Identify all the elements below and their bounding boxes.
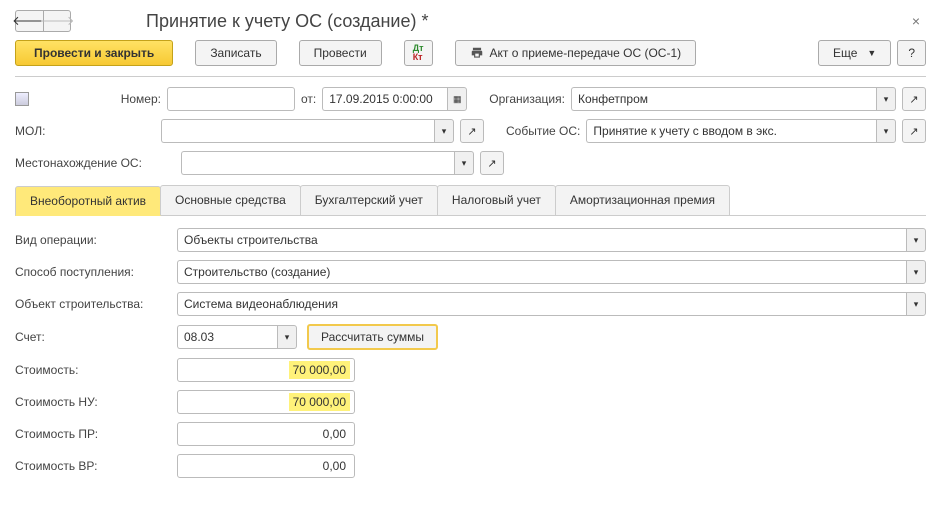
number-input[interactable] (167, 87, 295, 111)
object-value: Система видеонаблюдения (177, 292, 906, 316)
tab-accounting[interactable]: Бухгалтерский учет (300, 185, 438, 215)
receipt-input[interactable]: Строительство (создание) ▾ (177, 260, 926, 284)
doc-icon (15, 92, 29, 106)
chevron-down-icon[interactable]: ▾ (454, 151, 474, 175)
op-type-label: Вид операции: (15, 233, 177, 247)
mol-value (161, 119, 434, 143)
dtkt-icon: ДтКт (413, 44, 424, 62)
write-button[interactable]: Записать (195, 40, 276, 66)
event-value: Принятие к учету с вводом в экс. (586, 119, 876, 143)
calendar-icon[interactable]: ▦ (447, 87, 467, 111)
op-type-value: Объекты строительства (177, 228, 906, 252)
number-label: Номер: (111, 92, 161, 106)
chevron-down-icon[interactable]: ▾ (434, 119, 454, 143)
tab-noncurrent-asset[interactable]: Внеоборотный актив (15, 186, 161, 216)
cost-nu-input[interactable]: 70 000,00 (177, 390, 355, 414)
location-label: Местонахождение ОС: (15, 156, 175, 170)
cost-value: 70 000,00 (289, 361, 350, 379)
more-label: Еще (833, 46, 857, 60)
account-input[interactable]: 08.03 ▾ (177, 325, 297, 349)
location-open-button[interactable]: ↗ (480, 151, 504, 175)
account-label: Счет: (15, 330, 177, 344)
cost-vr-value: 0,00 (323, 459, 346, 473)
org-label: Организация: (489, 92, 565, 106)
chevron-down-icon[interactable]: ▾ (277, 325, 297, 349)
nav-forward-button[interactable]: 🡒 (43, 10, 71, 32)
mol-input[interactable]: ▾ (161, 119, 454, 143)
tab-depreciation-bonus[interactable]: Амортизационная премия (555, 185, 730, 215)
date-input[interactable]: 17.09.2015 0:00:00 ▦ (322, 87, 467, 111)
date-label: от: (301, 92, 316, 106)
calc-sums-button[interactable]: Рассчитать суммы (307, 324, 438, 350)
cost-vr-label: Стоимость ВР: (15, 459, 177, 473)
chevron-down-icon[interactable]: ▾ (906, 292, 926, 316)
mol-label: МОЛ: (15, 124, 155, 138)
close-button[interactable]: × (906, 11, 926, 31)
chevron-down-icon[interactable]: ▾ (906, 228, 926, 252)
cost-pr-value: 0,00 (323, 427, 346, 441)
cost-pr-label: Стоимость ПР: (15, 427, 177, 441)
post-button[interactable]: Провести (299, 40, 382, 66)
receipt-value: Строительство (создание) (177, 260, 906, 284)
cost-input[interactable]: 70 000,00 (177, 358, 355, 382)
post-and-close-button[interactable]: Провести и закрыть (15, 40, 173, 66)
cost-vr-input[interactable]: 0,00 (177, 454, 355, 478)
event-open-button[interactable]: ↗ (902, 119, 926, 143)
date-value: 17.09.2015 0:00:00 (322, 87, 447, 111)
location-input[interactable]: ▾ (181, 151, 474, 175)
account-value: 08.03 (177, 325, 277, 349)
object-label: Объект строительства: (15, 297, 177, 311)
mol-open-button[interactable]: ↗ (460, 119, 484, 143)
cost-label: Стоимость: (15, 363, 177, 377)
org-value: Конфетпром (571, 87, 876, 111)
tab-fixed-assets[interactable]: Основные средства (160, 185, 301, 215)
tabs: Внеоборотный актив Основные средства Бух… (15, 185, 926, 216)
cost-nu-value: 70 000,00 (289, 393, 350, 411)
event-label: Событие ОС: (506, 124, 580, 138)
cost-pr-input[interactable]: 0,00 (177, 422, 355, 446)
printer-icon (470, 46, 484, 60)
tab-tax[interactable]: Налоговый учет (437, 185, 556, 215)
location-value (181, 151, 454, 175)
page-title: Принятие к учету ОС (создание) * (146, 11, 906, 32)
receipt-label: Способ поступления: (15, 265, 177, 279)
event-input[interactable]: Принятие к учету с вводом в экс. ▾ (586, 119, 896, 143)
op-type-input[interactable]: Объекты строительства ▾ (177, 228, 926, 252)
chevron-down-icon: ▼ (867, 48, 876, 58)
org-open-button[interactable]: ↗ (902, 87, 926, 111)
chevron-down-icon[interactable]: ▾ (876, 87, 896, 111)
more-button[interactable]: Еще ▼ (818, 40, 891, 66)
help-button[interactable]: ? (897, 40, 926, 66)
cost-nu-label: Стоимость НУ: (15, 395, 177, 409)
print-act-label: Акт о приеме-передаче ОС (ОС-1) (490, 46, 682, 60)
org-input[interactable]: Конфетпром ▾ (571, 87, 896, 111)
chevron-down-icon[interactable]: ▾ (906, 260, 926, 284)
print-act-button[interactable]: Акт о приеме-передаче ОС (ОС-1) (455, 40, 697, 66)
chevron-down-icon[interactable]: ▾ (876, 119, 896, 143)
dtkt-button[interactable]: ДтКт (404, 40, 433, 66)
object-input[interactable]: Система видеонаблюдения ▾ (177, 292, 926, 316)
